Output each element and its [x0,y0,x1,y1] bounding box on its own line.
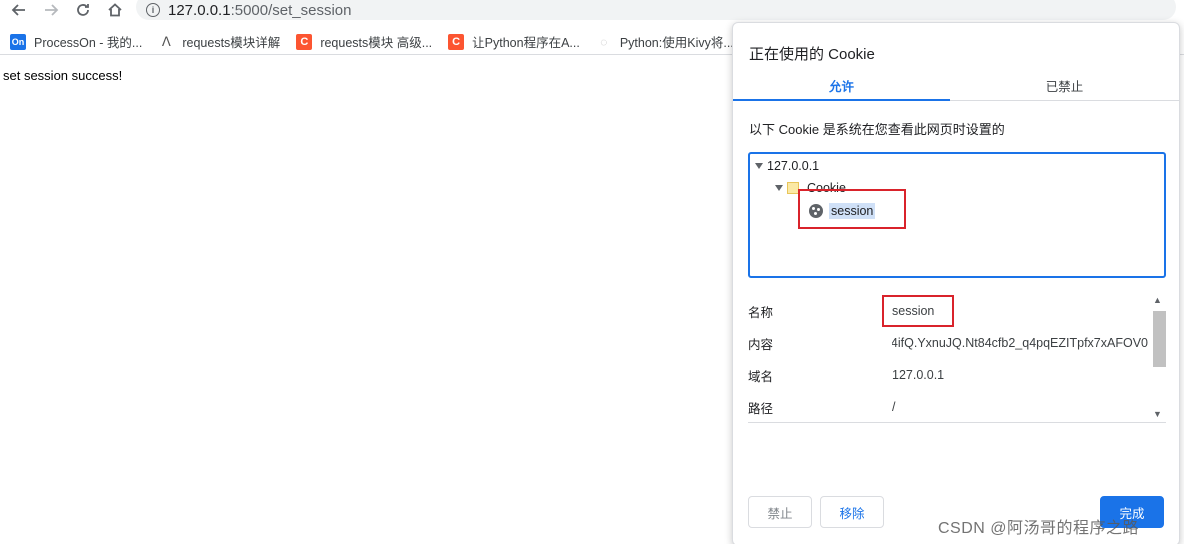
reload-icon [77,4,89,16]
browser-toolbar: i 127.0.0.1:5000/set_session [0,0,1184,22]
remove-button[interactable]: 移除 [820,496,884,528]
annotation-highlight-box [798,189,906,229]
address-bar[interactable]: i 127.0.0.1:5000/set_session [136,0,1176,20]
tab-blocked[interactable]: 已禁止 [950,75,1179,101]
url-path: :5000/set_session [230,1,352,19]
bookmark-label: 让Python程序在A... [472,36,580,50]
detail-key: 路径 [748,401,774,416]
detail-value: / [892,400,896,414]
csdn-watermark: CSDN @阿汤哥的程序之路 [938,520,1140,537]
bookmark-requests-advanced[interactable]: C requests模块 高级... [296,32,432,51]
url-text[interactable]: 127.0.0.1:5000/set_session [168,2,351,19]
expand-caret-icon[interactable] [775,185,783,191]
block-button[interactable]: 禁止 [748,496,812,528]
back-button[interactable] [8,0,30,20]
home-button[interactable] [104,0,126,20]
requests-icon: ꓥ [161,33,171,49]
csdn-icon: C [296,33,313,50]
detail-row-content: 内容 4ifQ.YxnuJQ.Nt84cfb2_q4pqEZITpfx7xAFO… [748,327,1148,359]
scroll-down-icon[interactable]: ▼ [1153,409,1162,419]
detail-value: 4ifQ.YxnuJQ.Nt84cfb2_q4pqEZITpfx7xAFOV0 [892,336,1148,350]
forward-button[interactable] [40,0,62,20]
cookie-details: 名称 session 内容 4ifQ.YxnuJQ.Nt84cfb2_q4pqE… [748,291,1166,423]
url-host: 127.0.0.1 [168,1,231,19]
annotation-highlight-box [882,295,954,327]
bookmark-python-kivy[interactable]: ◌ Python:使用Kivy将... [596,32,734,51]
bookmark-python-program[interactable]: C 让Python程序在A... [448,32,580,51]
cookie-description: 以下 Cookie 是系统在您查看此网页时设置的 [749,122,1005,137]
scroll-up-icon[interactable]: ▲ [1153,295,1162,305]
detail-row-domain: 域名 127.0.0.1 [748,359,1148,391]
page-body-text: set session success! [3,68,123,83]
bookmark-requests-detail[interactable]: ꓥ requests模块详解 [158,32,280,51]
bookmark-label: Python:使用Kivy将... [619,36,734,50]
back-arrow-icon [11,4,25,16]
bookmark-label: requests模块详解 [182,36,281,50]
home-icon [108,3,122,17]
forward-arrow-icon [45,4,59,16]
detail-key: 域名 [748,369,774,384]
detail-key: 内容 [748,337,774,352]
bookmark-label: ProcessOn - 我的... [34,36,143,50]
reload-button[interactable] [72,0,94,20]
detail-key: 名称 [748,305,774,320]
cookies-dialog: 正在使用的 Cookie 允许 已禁止 以下 Cookie 是系统在您查看此网页… [732,22,1180,544]
bookmark-processon[interactable]: On ProcessOn - 我的... [10,32,142,51]
details-scrollbar[interactable]: ▲ ▼ [1151,295,1166,419]
dialog-title: 正在使用的 Cookie [749,46,875,63]
site-info-icon[interactable]: i [146,3,160,17]
cookie-tabs: 允许 已禁止 [733,75,1179,101]
tree-node-host[interactable]: 127.0.0.1 [755,159,819,173]
tree-host-label: 127.0.0.1 [767,159,820,173]
cookie-tree[interactable]: 127.0.0.1 Cookie session [748,152,1166,278]
kivy-icon: ◌ [600,34,608,49]
bookmark-label: requests模块 高级... [320,36,433,50]
scroll-thumb[interactable] [1153,311,1166,367]
detail-row-path: 路径 / [748,391,1148,422]
expand-caret-icon[interactable] [755,163,763,169]
csdn-icon: C [448,33,465,50]
detail-value: 127.0.0.1 [892,368,945,382]
tab-allowed[interactable]: 允许 [733,75,950,101]
processon-icon: On [10,33,26,50]
